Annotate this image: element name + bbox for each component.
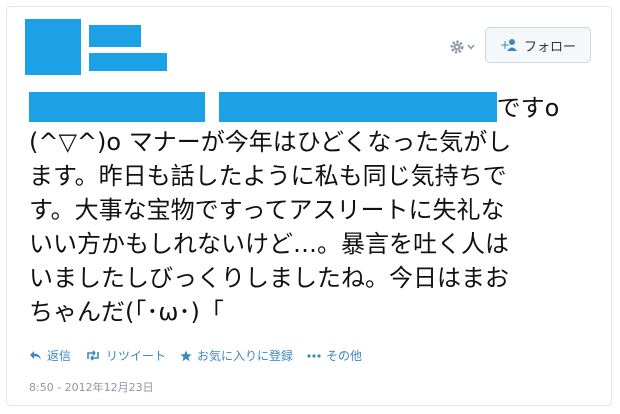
follow-button[interactable]: + フォロー (485, 27, 591, 63)
chevron-down-icon (467, 44, 475, 50)
tweet-line: ですo (29, 91, 599, 125)
tweet-line: ちゃんだ(「･ω･)「 (29, 298, 224, 326)
reply-label: 返信 (47, 349, 72, 363)
favorite-label: お気に入りに登録 (197, 349, 294, 363)
redacted-mention[interactable] (29, 92, 205, 122)
tweet-line: (^▽^)o マナーが今年はひどくなった気がし (29, 128, 512, 156)
more-icon (307, 353, 321, 358)
star-icon (180, 350, 192, 361)
redacted-mention[interactable] (218, 92, 497, 122)
tweet-actions: 返信 リツイート お気に入りに登録 その他 (29, 347, 362, 364)
tweet-line: ます。昨日も話したように私も同じ気持ちで (29, 162, 507, 190)
more-label: その他 (326, 349, 363, 363)
follow-label: フォロー (523, 39, 576, 55)
gear-icon (450, 40, 464, 54)
avatar[interactable] (25, 19, 81, 75)
retweet-icon (87, 350, 99, 361)
settings-dropdown[interactable] (449, 35, 479, 59)
retweet-action[interactable]: リツイート (85, 347, 166, 364)
add-user-icon: + (500, 38, 517, 52)
tweet-line: いましたしびっくりしましたね。今日はまお (29, 264, 509, 292)
tweet-timestamp[interactable]: 8:50 - 2012年12月23日 (29, 379, 154, 395)
redacted-username[interactable] (89, 53, 167, 71)
tweet-line-tail: です (496, 94, 545, 122)
reply-action[interactable]: 返信 (29, 347, 71, 364)
tweet-line: す。大事な宝物ですってアスリートに失礼な (29, 196, 505, 224)
tweet-line-mark: o (544, 94, 560, 122)
tweet-card: + フォロー ですo (^▽^)o マナーが今年はひどくなった気がし ます。昨日… (6, 6, 612, 406)
reply-icon (30, 351, 41, 360)
tweet-text: ですo (^▽^)o マナーが今年はひどくなった気がし ます。昨日も話したように… (29, 91, 599, 329)
tweet-line: いい方かもしれないけど…。暴言を吐く人は (29, 230, 509, 258)
redacted-display-name[interactable] (89, 25, 141, 47)
retweet-label: リツイート (106, 349, 167, 363)
favorite-action[interactable]: お気に入りに登録 (180, 347, 293, 364)
more-action[interactable]: その他 (307, 347, 362, 364)
